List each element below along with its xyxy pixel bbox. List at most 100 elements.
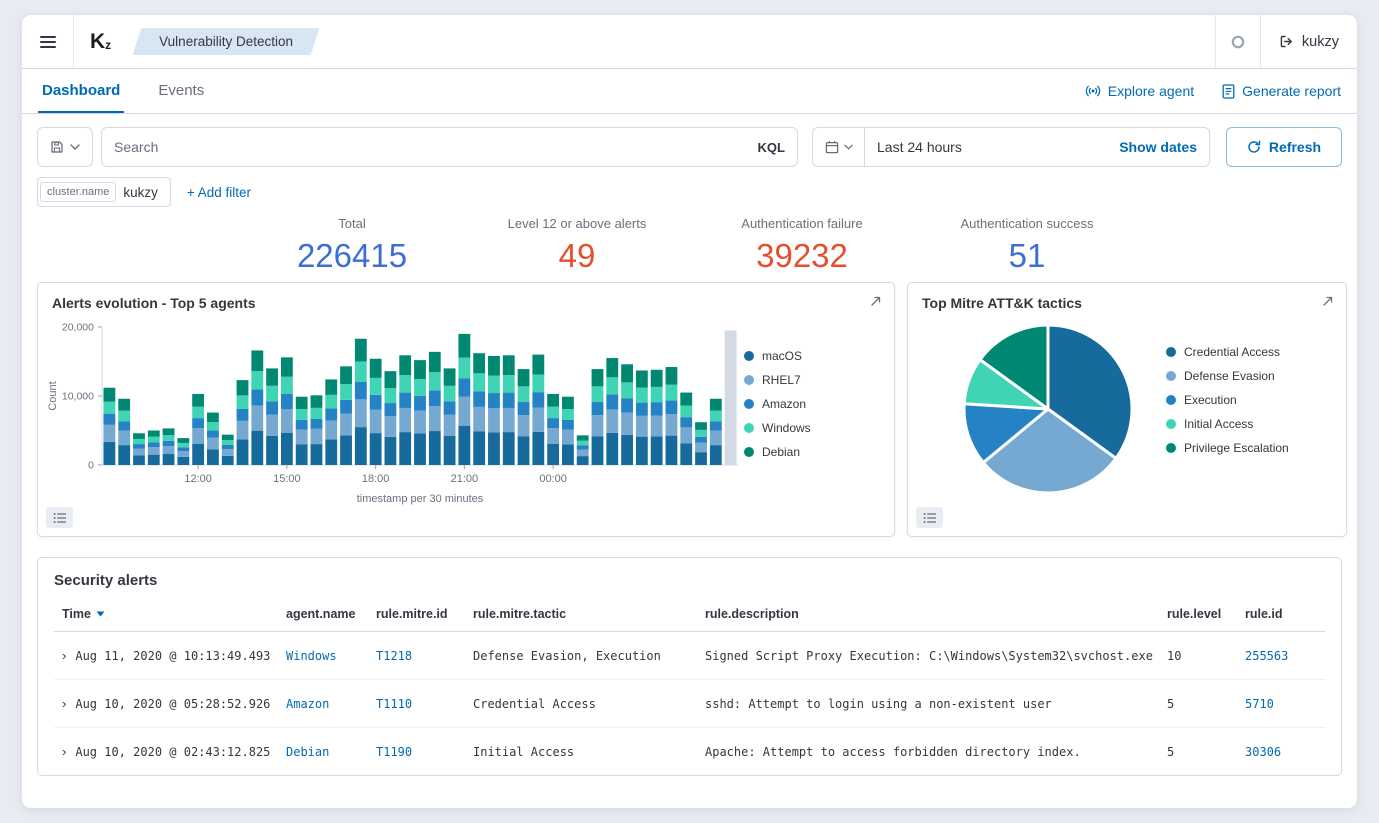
alerts-evolution-panel: Alerts evolution - Top 5 agents 010,0002… — [37, 282, 895, 537]
legend-label: Debian — [762, 445, 800, 459]
top-bar: K z Vulnerability Detection kukzy — [22, 15, 1357, 69]
cell-description: Apache: Attempt to access forbidden dire… — [697, 728, 1159, 776]
legend-toggle-icon — [923, 512, 937, 524]
logo-letter-z: z — [105, 38, 111, 52]
tab-dashboard[interactable]: Dashboard — [38, 69, 124, 113]
stat-value: 49 — [465, 238, 690, 274]
row-expand-icon[interactable]: › — [62, 744, 66, 759]
breadcrumb[interactable]: Vulnerability Detection — [137, 28, 315, 55]
user-menu[interactable]: kukzy — [1261, 34, 1357, 50]
cell-agent-link[interactable]: Amazon — [278, 680, 368, 728]
legend-item-debian[interactable]: Debian — [744, 445, 870, 459]
legend-label: Amazon — [762, 397, 806, 411]
tab-bar: Dashboard Events Explore agent Generate … — [22, 69, 1357, 114]
column-header-rule-description: rule.description — [697, 597, 1159, 632]
time-range-value[interactable]: Last 24 hours — [865, 139, 1119, 155]
expand-arrow-glyph — [1321, 295, 1334, 308]
legend-toggle-button[interactable] — [46, 507, 73, 528]
stats-row: Total 226415 Level 12 or above alerts 49… — [22, 207, 1357, 282]
search-input[interactable] — [114, 139, 748, 155]
query-bar: KQL Last 24 hours Show dates — [22, 114, 1357, 167]
legend-item-amazon[interactable]: Amazon — [744, 397, 870, 411]
legend-item-rhel7[interactable]: RHEL7 — [744, 373, 870, 387]
username: kukzy — [1302, 34, 1339, 50]
svg-text:10,000: 10,000 — [62, 391, 94, 403]
column-header-time[interactable]: Time — [54, 597, 278, 632]
stat-level12: Level 12 or above alerts 49 — [465, 216, 690, 274]
stat-total: Total 226415 — [240, 216, 465, 274]
saved-query-button[interactable] — [37, 127, 93, 167]
row-expand-icon[interactable]: › — [62, 648, 66, 663]
stat-label: Authentication success — [915, 216, 1140, 231]
logo-letter-k: K — [90, 30, 105, 54]
mitre-tactics-panel: Top Mitre ATT&K tactics Credential Acces… — [907, 282, 1347, 537]
tab-events[interactable]: Events — [154, 69, 208, 113]
security-alerts-panel: Security alerts Time agent.n — [37, 557, 1342, 776]
stat-label: Level 12 or above alerts — [465, 216, 690, 231]
cell-rule-id-link[interactable]: 30306 — [1237, 728, 1325, 776]
legend-dot — [744, 447, 754, 457]
alerts-bar-chart[interactable]: 010,00020,00012:0015:0018:0021:0000:00ti… — [44, 315, 744, 507]
calendar-icon — [825, 140, 839, 154]
legend-dot — [1166, 419, 1176, 429]
cell-mitre-id-link[interactable]: T1110 — [368, 680, 465, 728]
cell-agent-link[interactable]: Debian — [278, 728, 368, 776]
legend-item-defense-evasion[interactable]: Defense Evasion — [1166, 369, 1336, 383]
cell-rule-id-link[interactable]: 255563 — [1237, 632, 1325, 680]
viz-row: Alerts evolution - Top 5 agents 010,0002… — [22, 282, 1357, 537]
cell-time: Aug 10, 2020 @ 05:28:52.926 — [75, 697, 270, 711]
cell-mitre-id-link[interactable]: T1218 — [368, 632, 465, 680]
security-alerts-title: Security alerts — [54, 572, 1325, 589]
filter-key: cluster.name — [40, 182, 116, 202]
search-box: KQL — [101, 127, 798, 167]
legend-item-execution[interactable]: Execution — [1166, 393, 1336, 407]
logout-icon — [1279, 34, 1294, 49]
table-row: › Aug 10, 2020 @ 05:28:52.926 Amazon T11… — [54, 680, 1325, 728]
expand-icon[interactable] — [866, 292, 885, 311]
svg-text:00:00: 00:00 — [539, 473, 567, 485]
top-bar-left: K z Vulnerability Detection — [22, 15, 315, 68]
column-header-rule-id: rule.id — [1237, 597, 1325, 632]
app-logo[interactable]: K z — [74, 30, 127, 54]
cell-mitre-id-link[interactable]: T1190 — [368, 728, 465, 776]
legend-label: RHEL7 — [762, 373, 801, 387]
cell-agent-link[interactable]: Windows — [278, 632, 368, 680]
column-header-agent-name: agent.name — [278, 597, 368, 632]
legend-item-macos[interactable]: macOS — [744, 349, 870, 363]
alerts-chart-wrap: 010,00020,00012:0015:0018:0021:0000:00ti… — [38, 313, 894, 507]
cell-time: Aug 11, 2020 @ 10:13:49.493 — [75, 649, 270, 663]
generate-report-button[interactable]: Generate report — [1222, 83, 1341, 99]
svg-text:21:00: 21:00 — [451, 473, 479, 485]
kql-button[interactable]: KQL — [748, 140, 785, 155]
svg-text:15:00: 15:00 — [273, 473, 301, 485]
show-dates-button[interactable]: Show dates — [1119, 139, 1209, 155]
report-icon — [1222, 84, 1235, 99]
calendar-button[interactable] — [813, 128, 865, 166]
legend-label: Defense Evasion — [1184, 369, 1275, 383]
cell-tactic: Defense Evasion, Execution — [465, 632, 697, 680]
legend-toggle-button[interactable] — [916, 507, 943, 528]
svg-text:0: 0 — [88, 460, 94, 472]
legend-item-privilege-escalation[interactable]: Privilege Escalation — [1166, 441, 1336, 455]
mitre-chart-wrap: Credential Access Defense Evasion Execut… — [908, 313, 1346, 497]
breadcrumb-label: Vulnerability Detection — [159, 34, 293, 49]
add-filter-button[interactable]: + Add filter — [187, 185, 251, 200]
mitre-legend: Credential Access Defense Evasion Execut… — [1166, 321, 1336, 455]
legend-label: Privilege Escalation — [1184, 441, 1289, 455]
expand-icon[interactable] — [1318, 292, 1337, 311]
refresh-label: Refresh — [1269, 139, 1321, 155]
cell-rule-id-link[interactable]: 5710 — [1237, 680, 1325, 728]
legend-item-initial-access[interactable]: Initial Access — [1166, 417, 1336, 431]
filter-pill[interactable]: cluster.name kukzy — [37, 177, 171, 207]
legend-dot — [1166, 395, 1176, 405]
row-expand-icon[interactable]: › — [62, 696, 66, 711]
legend-dot — [1166, 443, 1176, 453]
refresh-button[interactable]: Refresh — [1226, 127, 1342, 167]
cell-tactic: Credential Access — [465, 680, 697, 728]
menu-icon[interactable] — [22, 15, 74, 68]
explore-agent-button[interactable]: Explore agent — [1085, 83, 1194, 99]
legend-item-windows[interactable]: Windows — [744, 421, 870, 435]
mitre-pie-chart[interactable] — [960, 321, 1136, 497]
health-ring-icon[interactable] — [1215, 15, 1261, 68]
legend-item-credential-access[interactable]: Credential Access — [1166, 345, 1336, 359]
